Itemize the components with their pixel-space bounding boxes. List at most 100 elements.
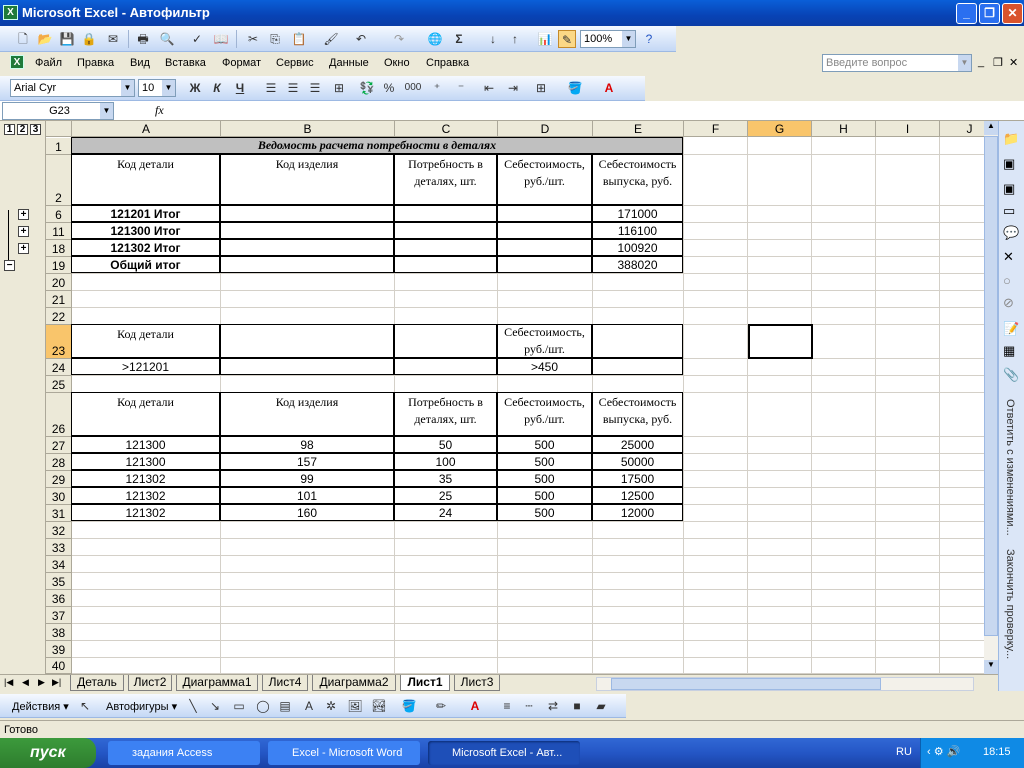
summary-cell[interactable] (497, 205, 592, 222)
row-header-18[interactable]: 18 (46, 240, 72, 257)
row-header-34[interactable]: 34 (46, 556, 72, 573)
diagram-icon[interactable]: ✲ (322, 697, 340, 715)
result-cell[interactable]: 24 (394, 504, 497, 521)
hscroll-thumb[interactable] (611, 678, 881, 690)
underline-button[interactable]: Ч (231, 79, 249, 97)
clipart-icon[interactable]: 🖼 (346, 697, 364, 715)
result-cell[interactable]: 121300 (71, 436, 220, 453)
sort-asc-icon[interactable]: ↓ (484, 30, 502, 48)
row-header-26[interactable]: 26 (46, 393, 72, 437)
fx-icon[interactable]: fx (155, 103, 164, 118)
expand-row-18-button[interactable]: + (18, 243, 29, 254)
drawing-icon[interactable]: ✎ (558, 30, 576, 48)
review-icon-1[interactable]: 📁 (1003, 131, 1019, 147)
taskbar-item-word[interactable]: Excel - Microsoft Word (268, 741, 420, 765)
summary-cell[interactable] (497, 256, 592, 273)
menu-insert[interactable]: Вставка (165, 57, 206, 69)
header-cell[interactable]: Код изделия (220, 154, 394, 205)
align-left-icon[interactable]: ☰ (262, 79, 280, 97)
align-center-icon[interactable]: ☰ (284, 79, 302, 97)
comment-icon[interactable]: 💬 (1003, 225, 1019, 241)
percent-button[interactable]: % (380, 79, 398, 97)
horizontal-scrollbar[interactable] (596, 677, 974, 691)
header-cell[interactable]: Себестоимость выпуска, руб. (592, 154, 683, 205)
language-indicator[interactable]: RU (896, 746, 912, 758)
result-cell[interactable]: 98 (220, 436, 394, 453)
collapse-row-19-button[interactable]: − (4, 260, 15, 271)
row-header-20[interactable]: 20 (46, 274, 72, 291)
decrease-decimal-icon[interactable]: ⁻ (452, 79, 470, 97)
menu-window[interactable]: Окно (384, 57, 410, 69)
row-header-24[interactable]: 24 (46, 359, 72, 376)
sheet-tab-5[interactable]: Диаграмма2 (312, 675, 396, 691)
row-header-31[interactable]: 31 (46, 505, 72, 522)
row-header-36[interactable]: 36 (46, 590, 72, 607)
drawing-font-color-icon[interactable]: A (466, 697, 484, 715)
save-icon[interactable]: 💾 (58, 30, 76, 48)
cut-icon[interactable]: ✂ (244, 30, 262, 48)
result-cell[interactable]: 12000 (592, 504, 683, 521)
review-icon-2[interactable]: ▣ (1003, 156, 1015, 172)
outdent-icon[interactable]: ⇤ (480, 79, 498, 97)
thousands-button[interactable]: 000 (404, 79, 422, 97)
row-header-38[interactable]: 38 (46, 624, 72, 641)
summary-label[interactable]: 121300 Итог (71, 222, 220, 239)
zoom-combo[interactable]: 100% ▼ (580, 30, 636, 48)
review-icon-10[interactable]: ▦ (1003, 343, 1015, 359)
formula-input[interactable] (172, 102, 1022, 120)
result-cell[interactable]: 50000 (592, 453, 683, 470)
summary-total[interactable]: 116100 (592, 222, 683, 239)
result-cell[interactable]: 121302 (71, 487, 220, 504)
format-painter-icon[interactable]: 🖌 (322, 30, 340, 48)
expand-row-6-button[interactable]: + (18, 209, 29, 220)
3d-icon[interactable]: ▰ (592, 697, 610, 715)
summary-label[interactable]: 121302 Итог (71, 239, 220, 256)
result-cell[interactable]: 50 (394, 436, 497, 453)
sheet-tab-3[interactable]: Диаграмма1 (176, 675, 258, 691)
result-header[interactable]: Код детали (71, 392, 220, 436)
result-header[interactable]: Себестоимость, руб./шт. (497, 392, 592, 436)
column-header-E[interactable]: E (593, 121, 684, 137)
result-cell[interactable]: 157 (220, 453, 394, 470)
currency-icon[interactable]: 💱 (358, 79, 376, 97)
arrow-style-icon[interactable]: ⇄ (544, 697, 562, 715)
fill-color-icon[interactable]: 🪣 (566, 79, 584, 97)
reply-with-changes-button[interactable]: Ответить с изменениями... (1004, 399, 1016, 536)
row-header-30[interactable]: 30 (46, 488, 72, 505)
row-header-1[interactable]: 1 (46, 138, 72, 155)
summary-cell[interactable] (394, 256, 497, 273)
italic-button[interactable]: К (208, 79, 226, 97)
active-cell-selection[interactable] (748, 324, 813, 359)
result-cell[interactable]: 500 (497, 487, 592, 504)
result-cell[interactable]: 99 (220, 470, 394, 487)
font-size-combo[interactable]: 10 ▼ (138, 79, 176, 97)
header-cell[interactable]: Потребность в деталях, шт. (394, 154, 497, 205)
doc-close-button[interactable]: ✕ (1009, 56, 1018, 69)
minimize-button[interactable]: _ (956, 3, 977, 24)
result-cell[interactable]: 121302 (71, 504, 220, 521)
menu-format[interactable]: Формат (222, 57, 261, 69)
criteria-header[interactable] (592, 324, 683, 358)
row-header-39[interactable]: 39 (46, 641, 72, 658)
hyperlink-icon[interactable]: 🌐 (426, 30, 444, 48)
criteria-header[interactable] (220, 324, 394, 358)
column-header-A[interactable]: A (72, 121, 221, 137)
close-button[interactable]: ✕ (1002, 3, 1023, 24)
result-header[interactable]: Код изделия (220, 392, 394, 436)
attach-icon[interactable]: 📎 (1003, 367, 1019, 383)
line-color-icon[interactable]: ✏ (432, 697, 450, 715)
outline-level-1[interactable]: 1 (4, 124, 15, 135)
result-cell[interactable]: 121300 (71, 453, 220, 470)
result-header[interactable]: Потребность в деталях, шт. (394, 392, 497, 436)
drawing-fill-color-icon[interactable]: 🪣 (400, 697, 418, 715)
scroll-up-button[interactable]: ▲ (984, 121, 998, 135)
dash-style-icon[interactable]: ┄ (520, 697, 538, 715)
result-cell[interactable]: 121302 (71, 470, 220, 487)
chart-wizard-icon[interactable]: 📊 (536, 30, 554, 48)
menu-tools[interactable]: Сервис (276, 57, 314, 69)
increase-decimal-icon[interactable]: ⁺ (428, 79, 446, 97)
sheet-tab-1[interactable]: Деталь (70, 675, 124, 691)
picture-icon[interactable]: 🏞 (370, 697, 388, 715)
row-header-2[interactable]: 2 (46, 155, 72, 206)
result-cell[interactable]: 500 (497, 453, 592, 470)
